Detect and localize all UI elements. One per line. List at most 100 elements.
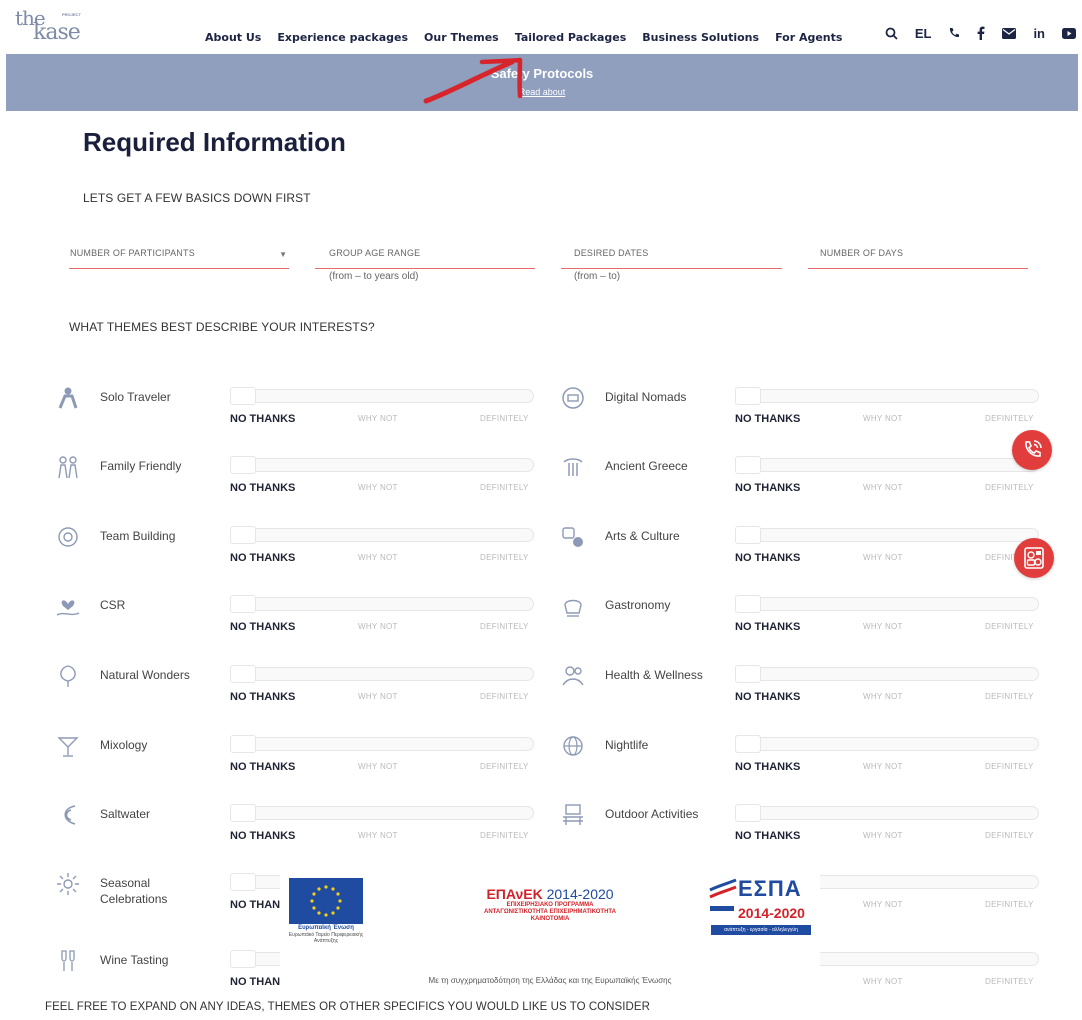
chef-hat-icon — [564, 599, 582, 617]
interest-slider-handle[interactable] — [735, 595, 761, 613]
espa-years: 2014-2020 — [738, 905, 805, 921]
scale-why-not: WHY NOT — [863, 553, 903, 562]
chat-button[interactable] — [1014, 538, 1054, 578]
phone-ringing-icon — [1025, 440, 1042, 457]
nav-for-agents[interactable]: For Agents — [775, 31, 842, 44]
laptop-icon — [562, 387, 584, 409]
person-icon — [58, 387, 78, 409]
wave-icon — [64, 805, 76, 825]
scale-no-thanks: NO THANKS — [735, 413, 801, 425]
interest-slider-handle[interactable] — [230, 387, 256, 405]
interest-slider-handle[interactable] — [735, 735, 761, 753]
interest-slider-track[interactable] — [735, 458, 1039, 472]
nav-about-us[interactable]: About Us — [205, 31, 261, 44]
scale-no-thanks: NO THANKS — [230, 830, 296, 842]
nav-experience-packages[interactable]: Experience packages — [277, 31, 408, 44]
nav-our-themes[interactable]: Our Themes — [424, 31, 499, 44]
interest-slider-track[interactable] — [735, 389, 1039, 403]
theme-row: CSR NO THANKS WHY NOT DEFINITELY — [55, 593, 545, 651]
language-switch[interactable]: EL — [915, 25, 932, 41]
interest-slider-track[interactable] — [230, 597, 534, 611]
interest-slider-track[interactable] — [230, 528, 534, 542]
interest-slider-handle[interactable] — [735, 526, 761, 544]
sun-icon — [57, 873, 79, 895]
theme-label: Digital Nomads — [605, 390, 687, 404]
interest-slider-track[interactable] — [230, 737, 534, 751]
number-of-days-label: NUMBER OF DAYS — [820, 248, 904, 258]
interest-slider-handle[interactable] — [230, 526, 256, 544]
mail-icon[interactable] — [1002, 25, 1017, 41]
phone-icon[interactable] — [948, 25, 960, 41]
banner-title: Safety Protocols — [490, 66, 594, 81]
interest-slider-track[interactable] — [230, 389, 534, 403]
epanek-title-line: ΕΠΑνΕΚ 2014-2020 — [475, 886, 625, 902]
interest-slider-track[interactable] — [230, 806, 534, 820]
interest-slider-handle[interactable] — [230, 595, 256, 613]
theme-row: Team Building NO THANKS WHY NOT DEFINITE… — [55, 524, 545, 582]
espa-logo: ΕΣΠΑ 2014-2020 ανάπτυξη - εργασία - αλλη… — [708, 872, 818, 938]
age-range-label: GROUP AGE RANGE — [329, 248, 421, 258]
interest-slider-handle[interactable] — [230, 804, 256, 822]
wellness-icon — [562, 666, 584, 686]
participants-select[interactable]: NUMBER OF PARTICIPANTS ▼ — [69, 245, 289, 269]
eu-caption: Ευρωπαϊκή Ένωση — [298, 925, 354, 931]
interest-slider-track[interactable] — [230, 667, 534, 681]
nav-tailored-packages[interactable]: Tailored Packages — [515, 31, 627, 44]
call-button[interactable] — [1012, 430, 1052, 470]
interest-slider-track[interactable] — [735, 737, 1039, 751]
scale-why-not: WHY NOT — [358, 483, 398, 492]
theme-row: Mixology NO THANKS WHY NOT DEFINITELY — [55, 733, 545, 791]
interest-slider-handle[interactable] — [230, 456, 256, 474]
site-logo[interactable]: the PROJECT kase — [15, 6, 85, 46]
search-icon[interactable] — [885, 25, 898, 41]
age-range-input[interactable]: GROUP AGE RANGE — [315, 245, 535, 269]
interest-slider-handle[interactable] — [230, 950, 256, 968]
scale-no-thanks: NO THANKS — [230, 761, 296, 773]
desired-dates-input[interactable]: DESIRED DATES — [561, 245, 782, 269]
linkedin-icon[interactable]: in — [1033, 25, 1045, 41]
globe-icon — [563, 736, 583, 756]
theme-row: Arts & Culture NO THANKS WHY NOT DEFINIT… — [560, 524, 1050, 582]
number-of-days-input[interactable]: NUMBER OF DAYS — [808, 245, 1028, 269]
interest-slider-handle[interactable] — [735, 804, 761, 822]
scale-no-thanks: NO THANKS — [735, 621, 801, 633]
chevron-down-icon: ▼ — [279, 250, 287, 259]
youtube-icon[interactable] — [1062, 25, 1076, 41]
espa-subtitle: ανάπτυξη - εργασία - αλληλεγγύη — [711, 925, 811, 935]
scale-why-not: WHY NOT — [358, 831, 398, 840]
theater-icon — [562, 527, 583, 547]
interest-slider-track[interactable] — [735, 806, 1039, 820]
interest-slider-track[interactable] — [735, 597, 1039, 611]
interest-slider-handle[interactable] — [230, 665, 256, 683]
scale-definitely: DEFINITELY — [985, 900, 1034, 909]
scale-no-thanks: NO THANKS — [230, 552, 296, 564]
scale-why-not: WHY NOT — [358, 762, 398, 771]
scale-no-thanks: NO THANKS — [735, 482, 801, 494]
header-tools: EL in — [885, 25, 1076, 41]
scale-definitely: DEFINITELY — [480, 762, 529, 771]
scale-definitely: DEFINITELY — [985, 831, 1034, 840]
interest-slider-handle[interactable] — [735, 456, 761, 474]
theme-row: Saltwater NO THANKS WHY NOT DEFINITELY — [55, 802, 545, 860]
scale-definitely: DEFINITELY — [985, 622, 1034, 631]
interest-slider-track[interactable] — [735, 528, 1039, 542]
interest-slider-track[interactable] — [735, 667, 1039, 681]
scale-why-not: WHY NOT — [863, 977, 903, 986]
scale-why-not: WHY NOT — [358, 692, 398, 701]
facebook-icon[interactable] — [977, 25, 985, 41]
interest-slider-handle[interactable] — [735, 387, 761, 405]
scale-why-not: WHY NOT — [863, 622, 903, 631]
theme-label: Seasonal Celebrations — [100, 876, 168, 906]
epanek-title: ΕΠΑνΕΚ — [486, 886, 543, 902]
interest-slider-handle[interactable] — [735, 665, 761, 683]
interest-slider-handle[interactable] — [230, 873, 256, 891]
interest-slider-handle[interactable] — [230, 735, 256, 753]
interest-slider-track[interactable] — [230, 458, 534, 472]
theme-label: Nightlife — [605, 738, 649, 752]
eu-stars-icon — [310, 885, 342, 917]
banner-read-about-link[interactable]: Read about — [6, 87, 1078, 97]
nav-business-solutions[interactable]: Business Solutions — [642, 31, 759, 44]
wine-icon — [61, 950, 75, 971]
scale-definitely: DEFINITELY — [985, 692, 1034, 701]
heart-hand-icon — [56, 600, 80, 616]
